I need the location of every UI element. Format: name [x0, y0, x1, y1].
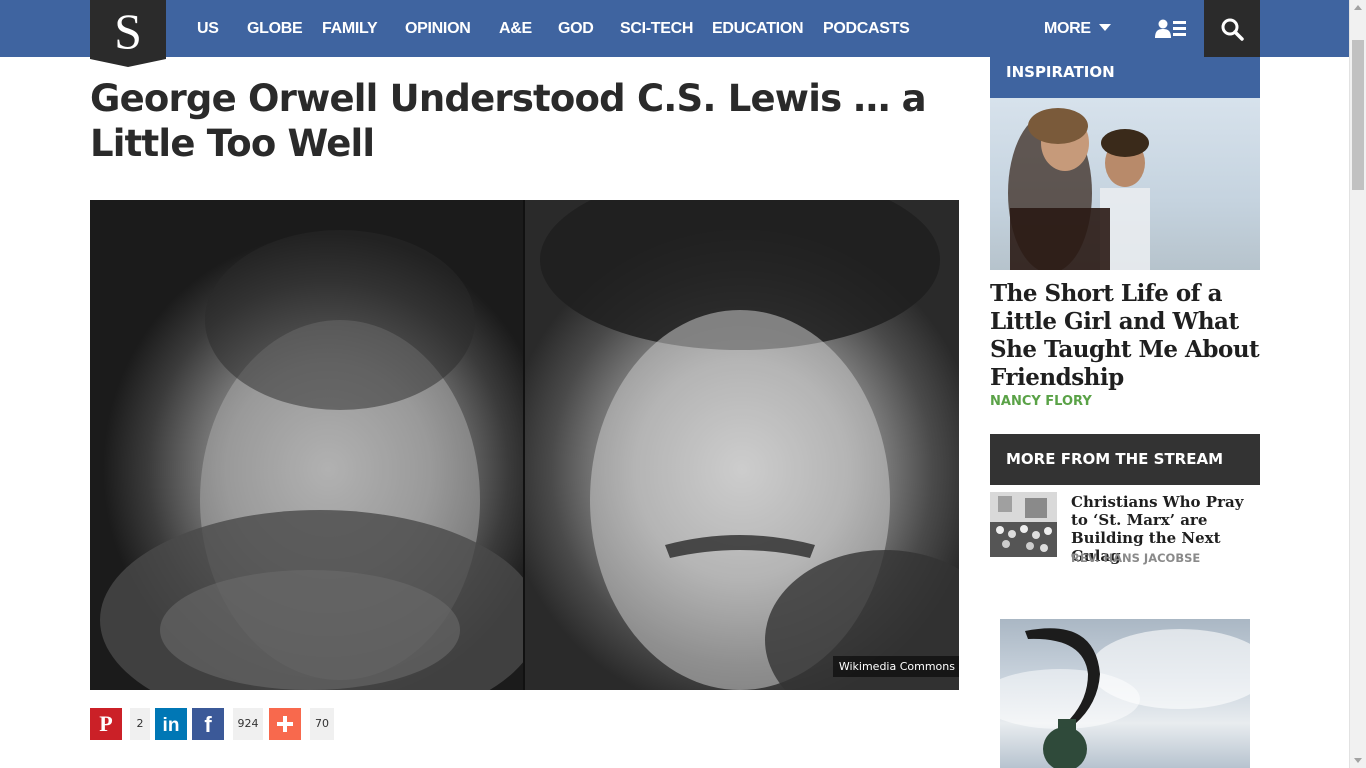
facebook-icon: f	[204, 713, 212, 735]
site-logo[interactable]: S	[90, 0, 166, 67]
top-nav: S US GLOBE FAMILY OPINION A&E GOD SCI-TE…	[0, 0, 1349, 67]
nav-more-button[interactable]: MORE	[1044, 0, 1111, 57]
nav-item-education[interactable]: EDUCATION	[712, 0, 804, 57]
article-title: George Orwell Understood C.S. Lewis … a …	[90, 77, 927, 165]
nav-more-label: MORE	[1044, 20, 1091, 37]
stream-section-heading: MORE FROM THE STREAM	[990, 434, 1260, 485]
facebook-share-count: 924	[233, 708, 263, 740]
pinterest-share-count: 2	[130, 708, 150, 740]
search-button[interactable]	[1204, 0, 1260, 57]
article-hero-image: Wikimedia Commons	[90, 200, 959, 690]
nav-item-opinion[interactable]: OPINION	[405, 0, 471, 57]
search-icon	[1221, 18, 1244, 41]
scroll-up-arrow-icon[interactable]	[1354, 5, 1362, 10]
stream-article-author[interactable]: REV. HANS JACOBSE	[1071, 551, 1200, 565]
user-list-icon	[1155, 19, 1186, 38]
svg-text:in: in	[163, 715, 180, 735]
svg-text:f: f	[204, 713, 212, 735]
nav-item-globe[interactable]: GLOBE	[247, 0, 303, 57]
nav-item-god[interactable]: GOD	[558, 0, 594, 57]
portrait-right-illustration	[540, 200, 959, 690]
george-orwell-photo	[525, 200, 959, 690]
pinterest-icon: P	[99, 713, 112, 735]
nav-item-sci-tech[interactable]: SCI-TECH	[620, 0, 693, 57]
scroll-down-arrow-icon[interactable]	[1354, 758, 1362, 763]
two-girls-illustration	[1008, 108, 1150, 270]
addthis-share-count: 70	[310, 708, 334, 740]
stream-article-thumbnail[interactable]	[990, 492, 1057, 557]
nav-item-ae[interactable]: A&E	[499, 0, 532, 57]
nav-item-us[interactable]: US	[197, 0, 219, 57]
plus-icon	[277, 716, 293, 732]
inspiration-article-image[interactable]	[990, 98, 1260, 270]
addthis-share-button[interactable]	[269, 708, 301, 740]
linkedin-share-button[interactable]: in	[155, 708, 187, 740]
protest-crowd-illustration	[990, 492, 1057, 557]
user-menu-button[interactable]	[1142, 0, 1200, 57]
nav-item-podcasts[interactable]: PODCASTS	[823, 0, 910, 57]
inspiration-section-heading[interactable]: INSPIRATION	[990, 57, 1260, 98]
svg-text:P: P	[99, 713, 112, 735]
image-credit: Wikimedia Commons	[832, 656, 959, 677]
inspiration-article-author[interactable]: NANCY FLORY	[990, 394, 1092, 409]
share-bar: P 2 in f 924 70	[90, 708, 340, 740]
sickle-statue-illustration	[1000, 628, 1250, 768]
nav-item-family[interactable]: FAMILY	[322, 0, 378, 57]
chevron-down-icon	[1098, 24, 1111, 31]
sidebar-ad-image[interactable]	[1000, 619, 1250, 768]
facebook-share-button[interactable]: f	[192, 708, 224, 740]
scrollbar-thumb[interactable]	[1352, 40, 1364, 190]
portrait-left-illustration	[100, 230, 540, 690]
cs-lewis-photo	[90, 200, 540, 690]
pinterest-share-button[interactable]: P	[90, 708, 122, 740]
inspiration-article-title[interactable]: The Short Life of a Little Girl and What…	[990, 280, 1260, 392]
linkedin-icon: in	[163, 715, 180, 735]
page-scrollbar[interactable]	[1349, 0, 1366, 768]
